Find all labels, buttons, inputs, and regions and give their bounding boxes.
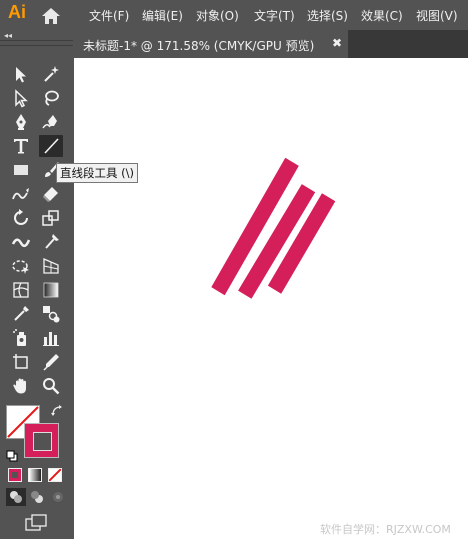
stroke-swatch[interactable] bbox=[24, 423, 59, 458]
selection-tool-icon[interactable] bbox=[9, 63, 33, 85]
width-tool-icon[interactable] bbox=[9, 231, 33, 253]
lasso-tool-icon[interactable] bbox=[39, 87, 63, 109]
direct-selection-tool-icon[interactable] bbox=[9, 87, 33, 109]
pen-tool-icon[interactable] bbox=[9, 111, 33, 133]
blend-tool-icon[interactable] bbox=[39, 303, 63, 325]
perspective-grid-tool-icon[interactable] bbox=[39, 255, 63, 277]
screen-mode-icon[interactable] bbox=[24, 514, 48, 532]
document-tab-bar: 未标题-1* @ 171.58% (CMYK/GPU 预览) ✖ bbox=[74, 30, 468, 58]
menu-object[interactable]: 对象(O) bbox=[196, 7, 239, 24]
rectangle-tool-icon[interactable] bbox=[9, 159, 33, 181]
color-mode-button[interactable] bbox=[8, 468, 22, 482]
panel-collapse-button[interactable]: ◂◂ bbox=[4, 31, 12, 40]
symbol-sprayer-tool-icon[interactable] bbox=[9, 327, 33, 349]
rotate-tool-icon[interactable] bbox=[9, 207, 33, 229]
magic-wand-tool-icon[interactable] bbox=[39, 63, 63, 85]
slice-tool-icon[interactable] bbox=[39, 351, 63, 373]
shaper-tool-icon[interactable] bbox=[9, 183, 33, 205]
eraser-tool-icon[interactable] bbox=[39, 183, 63, 205]
tool-tooltip: 直线段工具 (\) bbox=[56, 163, 139, 183]
swap-fill-stroke-icon[interactable] bbox=[50, 403, 64, 417]
menu-edit[interactable]: 编辑(E) bbox=[142, 7, 183, 24]
column-graph-tool-icon[interactable] bbox=[39, 327, 63, 349]
watermark-text: 软件自学网：RJZXW.COM bbox=[320, 523, 451, 536]
curvature-tool-icon[interactable] bbox=[39, 111, 63, 133]
free-transform-tool-icon[interactable] bbox=[9, 255, 33, 277]
hand-tool-icon[interactable] bbox=[9, 375, 33, 397]
artboard-tool-icon[interactable] bbox=[9, 351, 33, 373]
draw-behind-button[interactable] bbox=[27, 488, 47, 506]
default-colors-icon[interactable] bbox=[6, 447, 18, 462]
scale-tool-icon[interactable] bbox=[39, 207, 63, 229]
menu-effect[interactable]: 效果(C) bbox=[361, 7, 403, 24]
menu-view[interactable]: 视图(V) bbox=[416, 7, 458, 24]
zoom-tool-icon[interactable] bbox=[39, 375, 63, 397]
close-icon[interactable]: ✖ bbox=[332, 36, 342, 50]
app-logo: Ai bbox=[8, 2, 26, 22]
draw-inside-button[interactable] bbox=[48, 488, 68, 506]
canvas-artwork bbox=[211, 157, 336, 299]
gradient-tool-icon[interactable] bbox=[39, 279, 63, 301]
none-mode-button[interactable] bbox=[48, 468, 62, 482]
puppet-warp-tool-icon[interactable] bbox=[39, 231, 63, 253]
line-segment-tool-icon[interactable] bbox=[39, 135, 63, 157]
document-tab-title: 未标题-1* @ 171.58% (CMYK/GPU 预览) bbox=[83, 39, 315, 53]
tools-panel: ◂◂ bbox=[0, 30, 73, 539]
menu-select[interactable]: 选择(S) bbox=[307, 7, 348, 24]
menu-bar: Ai 文件(F) 编辑(E) 对象(O) 文字(T) 选择(S) 效果(C) 视… bbox=[0, 0, 468, 30]
panel-grip[interactable] bbox=[0, 40, 73, 46]
menu-type[interactable]: 文字(T) bbox=[254, 7, 295, 24]
gradient-mode-button[interactable] bbox=[28, 468, 42, 482]
menu-file[interactable]: 文件(F) bbox=[89, 7, 129, 24]
home-icon[interactable] bbox=[40, 6, 62, 26]
document-tab[interactable]: 未标题-1* @ 171.58% (CMYK/GPU 预览) ✖ bbox=[74, 30, 348, 58]
artboard-canvas[interactable] bbox=[74, 58, 468, 539]
type-tool-icon[interactable] bbox=[9, 135, 33, 157]
draw-normal-button[interactable] bbox=[6, 488, 26, 506]
eyedropper-tool-icon[interactable] bbox=[9, 303, 33, 325]
mesh-tool-icon[interactable] bbox=[9, 279, 33, 301]
